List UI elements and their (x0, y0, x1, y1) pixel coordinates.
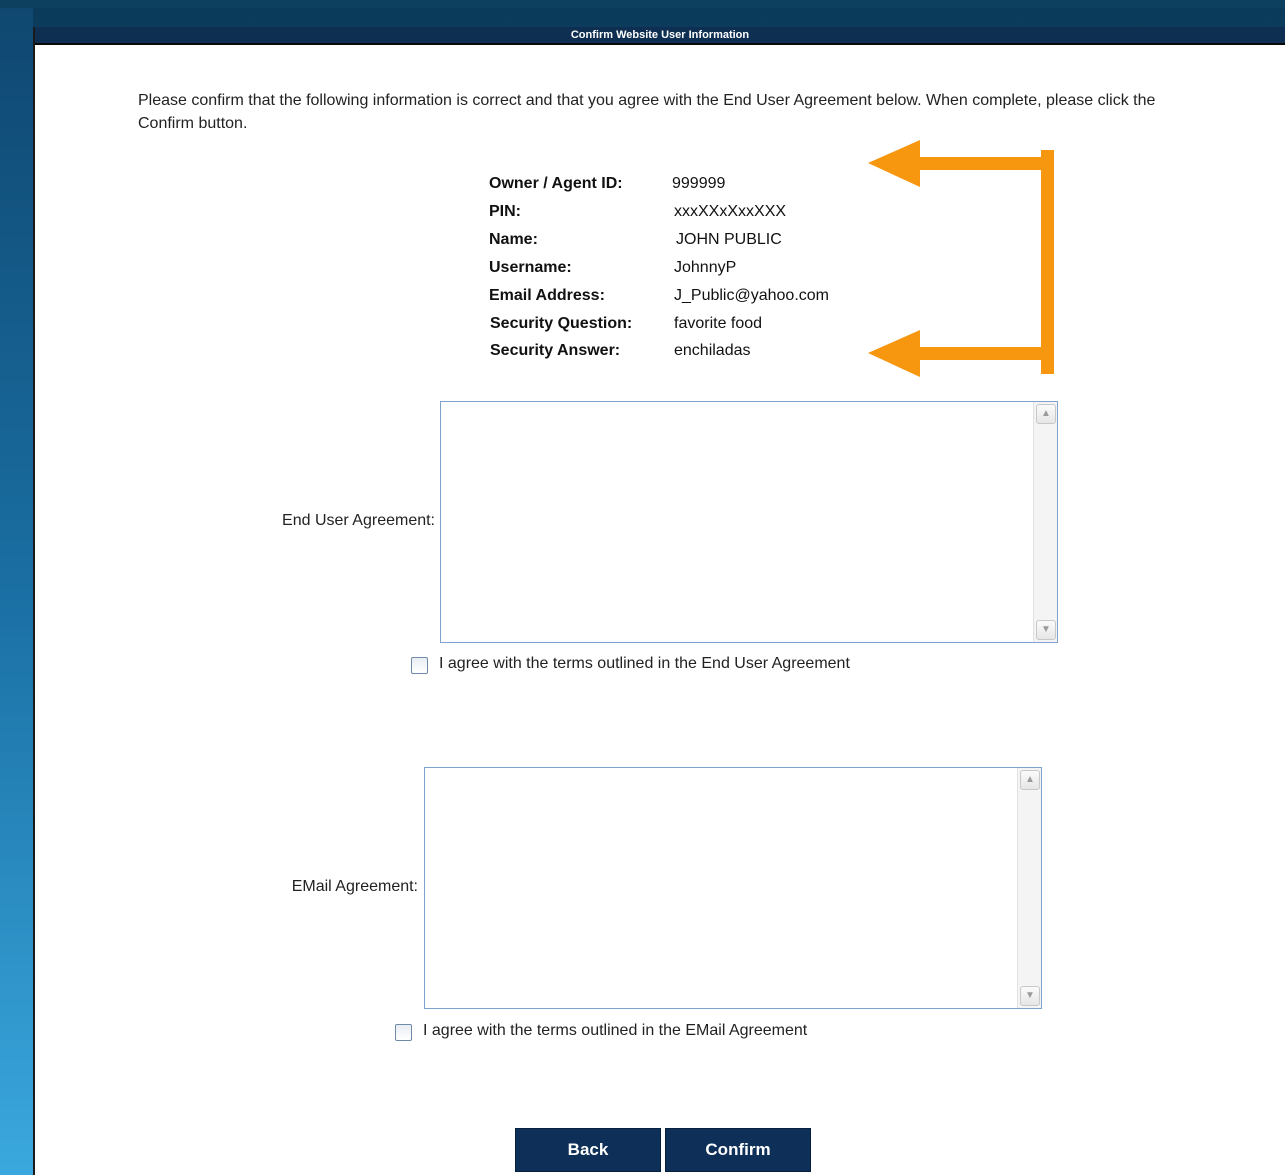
security-question-label: Security Question: (490, 315, 633, 332)
scroll-down-arrow-icon[interactable]: ▼ (1020, 986, 1040, 1006)
window-title: Confirm Website User Information (35, 27, 1285, 45)
email-agreement-label: EMail Agreement: (291, 878, 418, 895)
security-answer-label: Security Answer: (490, 342, 621, 359)
end-user-agreement-checkbox-label[interactable]: I agree with the terms outlined in the E… (439, 655, 850, 673)
end-user-agreement-scrollbar[interactable]: ▲ ▼ (1033, 402, 1057, 642)
confirm-window: Confirm Website User Information Please … (33, 27, 1285, 1175)
end-user-agreement-checkbox[interactable] (411, 657, 428, 674)
name-value: JOHN PUBLIC (676, 231, 782, 248)
email-agreement-checkbox-label[interactable]: I agree with the terms outlined in the E… (423, 1022, 807, 1040)
email-address-value: J_Public@yahoo.com (674, 287, 829, 304)
owner-agent-id-value: 999999 (672, 175, 726, 192)
scroll-up-arrow-icon[interactable]: ▲ (1036, 404, 1056, 424)
end-user-agreement-textarea[interactable]: ▲ ▼ (440, 401, 1058, 643)
email-agreement-checkbox[interactable] (395, 1024, 412, 1041)
confirm-button[interactable]: Confirm (665, 1128, 811, 1172)
pin-value: xxxXXxXxxXXX (674, 203, 787, 220)
owner-agent-id-label: Owner / Agent ID: (489, 175, 623, 192)
security-question-value: favorite food (674, 315, 763, 332)
scroll-down-arrow-icon[interactable]: ▼ (1036, 620, 1056, 640)
back-button[interactable]: Back (515, 1128, 661, 1172)
intro-text: Please confirm that the following inform… (138, 92, 1156, 132)
end-user-agreement-label: End User Agreement: (282, 512, 435, 529)
name-label: Name: (489, 231, 538, 248)
email-agreement-textarea[interactable]: ▲ ▼ (424, 767, 1042, 1009)
desktop-background (0, 8, 33, 1175)
desktop-top-bar (0, 0, 1285, 8)
email-agreement-scrollbar[interactable]: ▲ ▼ (1017, 768, 1041, 1008)
security-answer-value: enchiladas (674, 342, 751, 359)
email-address-label: Email Address: (489, 287, 605, 304)
username-label: Username: (489, 259, 572, 276)
orange-bracket-arrow-icon (868, 140, 1054, 377)
pin-label: PIN: (489, 203, 521, 220)
scroll-up-arrow-icon[interactable]: ▲ (1020, 770, 1040, 790)
username-value: JohnnyP (674, 259, 737, 276)
